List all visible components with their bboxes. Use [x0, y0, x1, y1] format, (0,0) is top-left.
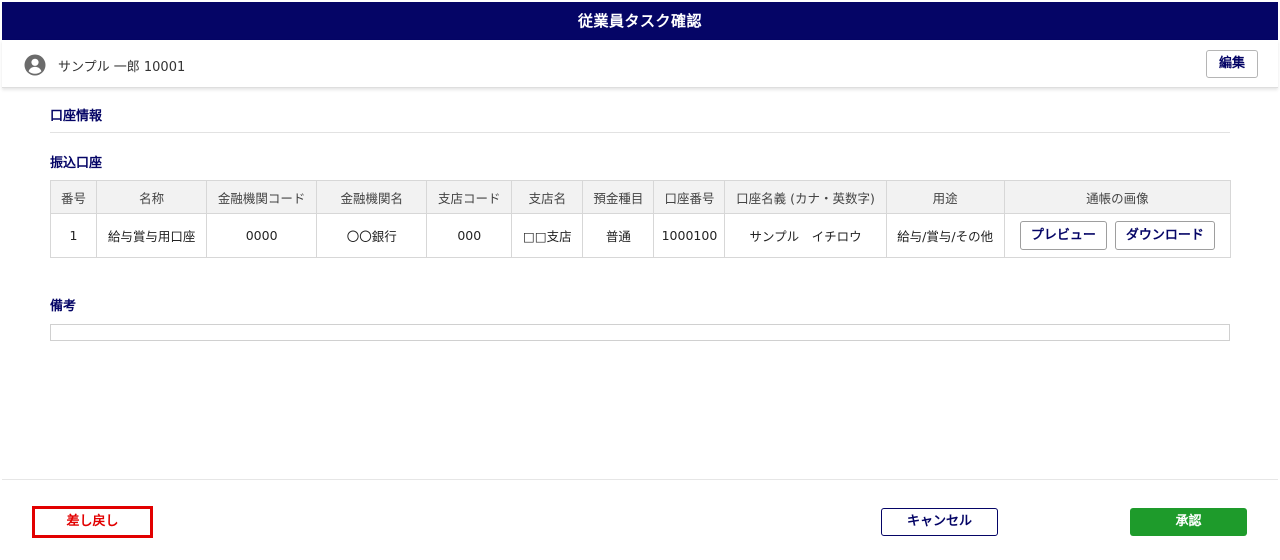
column-header-usage: 用途	[885, 180, 1005, 214]
transfer-account-table: 番号 名称 金融機関コード 金融機関名 支店コード 支店名 預金種目 口座番号 …	[49, 180, 1232, 258]
approve-button[interactable]: 承認	[1130, 508, 1247, 536]
transfer-account-heading: 振込口座	[50, 156, 103, 171]
column-header-bank-code: 金融機関コード	[206, 180, 318, 214]
user-bar: サンプル 一郎 10001 編集	[2, 40, 1278, 88]
cell-name: 給与賞与用口座	[96, 213, 208, 258]
cell-usage: 給与/賞与/その他	[885, 213, 1005, 258]
download-button[interactable]: ダウンロード	[1114, 221, 1215, 250]
section-divider	[50, 132, 1230, 133]
column-header-holder: 口座名義 (カナ・英数字)	[724, 180, 887, 214]
column-header-branch-name: 支店名	[511, 180, 584, 214]
cell-deposit-type: 普通	[582, 213, 655, 258]
column-header-branch-code: 支店コード	[426, 180, 513, 214]
user-name: サンプル 一郎 10001	[58, 60, 186, 75]
cell-branch-code: 000	[426, 213, 513, 258]
cell-account-number: 1000100	[653, 213, 726, 258]
column-header-account-number: 口座番号	[653, 180, 726, 214]
page-title: 従業員タスク確認	[2, 2, 1278, 40]
remarks-field	[50, 324, 1230, 341]
cell-bank-code: 0000	[206, 213, 318, 258]
cancel-button[interactable]: キャンセル	[881, 508, 998, 536]
column-header-deposit-type: 預金種目	[582, 180, 655, 214]
column-header-passbook-image: 通帳の画像	[1003, 180, 1232, 214]
remarks-heading: 備考	[50, 299, 77, 314]
column-header-bank-name: 金融機関名	[316, 180, 428, 214]
send-back-button[interactable]: 差し戻し	[32, 506, 153, 538]
cell-bank-name: 〇〇銀行	[316, 213, 428, 258]
cell-holder: サンプル イチロウ	[724, 213, 887, 258]
table-header-row: 番号 名称 金融機関コード 金融機関名 支店コード 支店名 預金種目 口座番号 …	[49, 180, 1232, 214]
user-circle-icon	[24, 54, 46, 76]
table-row: 1 給与賞与用口座 0000 〇〇銀行 000 □□支店 普通 1000100 …	[49, 213, 1232, 258]
account-info-heading: 口座情報	[50, 109, 103, 124]
footer-divider	[2, 479, 1278, 480]
cell-passbook-image: プレビュー ダウンロード	[1003, 213, 1232, 258]
edit-button[interactable]: 編集	[1206, 50, 1258, 78]
cell-branch-name: □□支店	[511, 213, 584, 258]
cell-no: 1	[49, 213, 98, 258]
column-header-name: 名称	[96, 180, 208, 214]
column-header-no: 番号	[49, 180, 98, 214]
preview-button[interactable]: プレビュー	[1019, 221, 1107, 250]
